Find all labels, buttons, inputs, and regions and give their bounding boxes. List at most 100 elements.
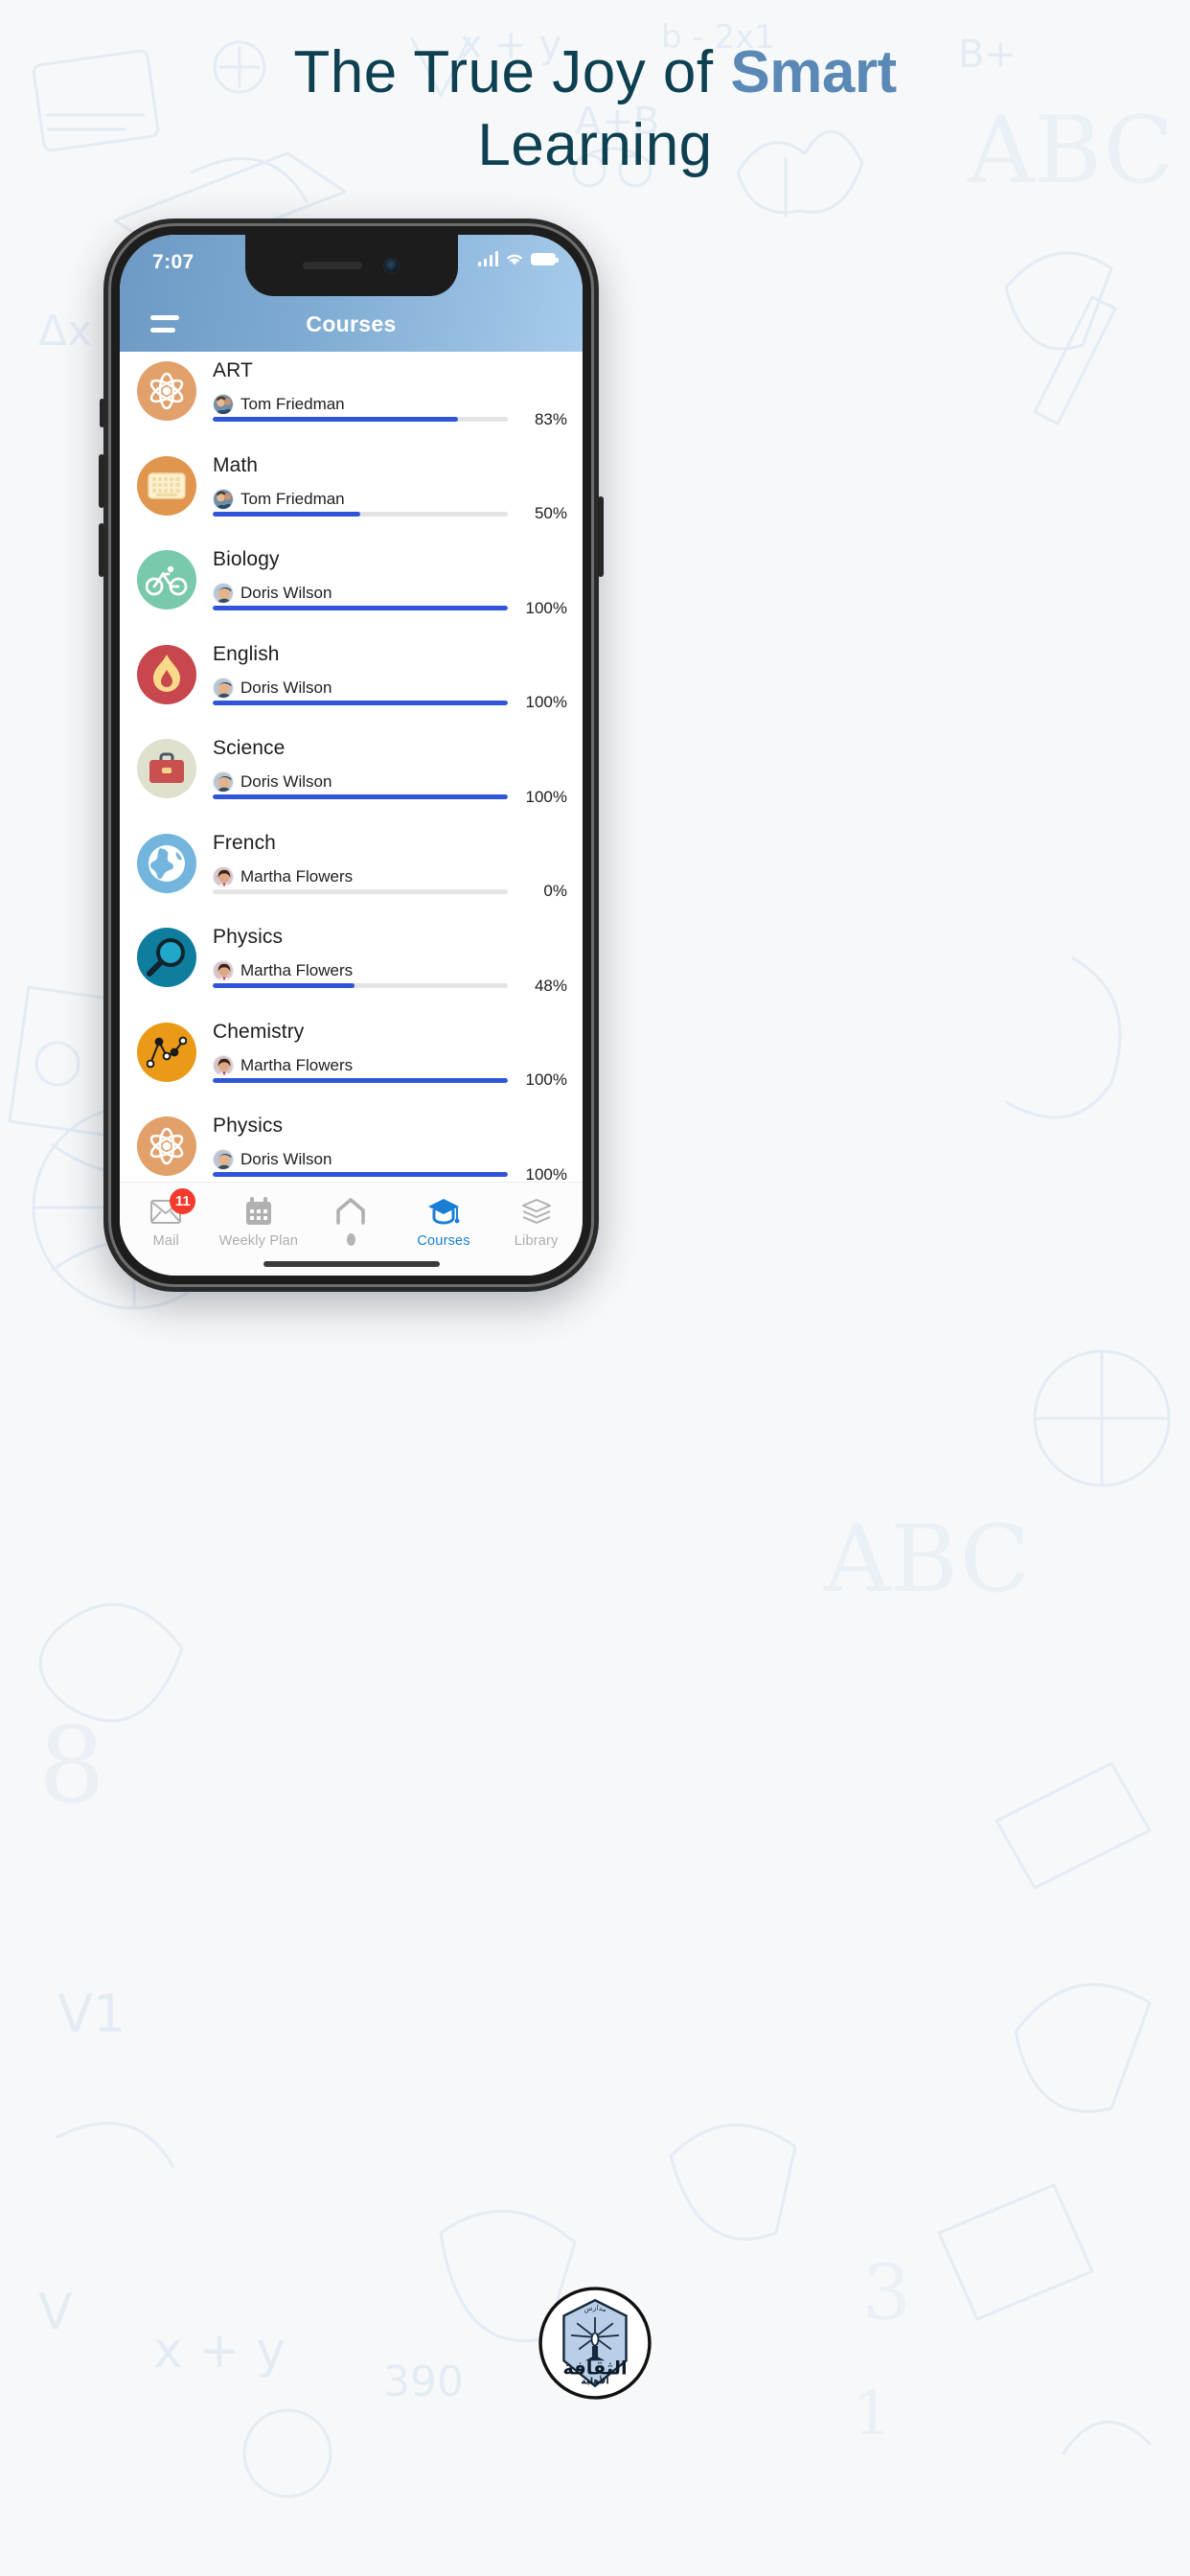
course-title: Physics <box>213 926 284 948</box>
progress-percent: 50% <box>534 504 567 522</box>
course-progress: 83% <box>213 410 567 429</box>
home-icon <box>335 1195 366 1228</box>
progress-fill <box>213 417 458 422</box>
progress-percent: 100% <box>525 1164 567 1183</box>
progress-percent: 100% <box>525 598 567 617</box>
tab-label: Weekly Plan <box>218 1233 299 1249</box>
headline-accent-smart: Smart <box>730 39 897 105</box>
progress-percent: 83% <box>534 409 567 428</box>
volume-up-button[interactable] <box>99 454 104 508</box>
course-title: French <box>213 831 276 854</box>
svg-text:390: 390 <box>383 2358 464 2406</box>
course-row[interactable]: French Martha Flowers 0% <box>120 824 583 919</box>
courses-list[interactable]: ART Tom Friedman 83% Math Tom Friedman 5… <box>120 352 583 1182</box>
badge-count: 11 <box>170 1188 196 1214</box>
course-progress: 0% <box>213 882 567 901</box>
progress-fill <box>213 794 508 799</box>
svg-text:Δx: Δx <box>38 307 92 356</box>
home-indicator <box>263 1261 440 1267</box>
course-icon-magnifier-icon <box>137 928 196 987</box>
progress-percent: 100% <box>525 693 567 711</box>
course-row[interactable]: English Doris Wilson 100% <box>120 635 583 730</box>
progress-percent: 48% <box>534 976 567 995</box>
course-progress: 100% <box>213 1070 567 1090</box>
course-icon-flame-icon <box>137 644 196 704</box>
course-title: Science <box>213 737 286 759</box>
books-icon <box>521 1195 552 1228</box>
tab-library[interactable]: Library <box>490 1183 583 1276</box>
course-icon-keyboard-icon <box>137 455 196 516</box>
phone-mockup: 7:07 Courses ART Tom Friedman 83% Math T… <box>99 218 604 1292</box>
course-progress: 100% <box>213 599 567 618</box>
course-row[interactable]: Physics Doris Wilson 100% <box>120 1107 583 1182</box>
course-progress: 50% <box>213 504 567 523</box>
tab-label: Mail <box>152 1233 179 1249</box>
phone-edge: 7:07 Courses ART Tom Friedman 83% Math T… <box>108 223 594 1287</box>
power-button[interactable] <box>598 496 604 577</box>
course-row[interactable]: Biology Doris Wilson 100% <box>120 540 583 635</box>
course-title: English <box>213 642 280 665</box>
progress-track <box>213 1172 508 1177</box>
svg-text:V1: V1 <box>57 1984 126 2044</box>
school-crest-logo: الثقافة الأهلية مدارس <box>538 2287 652 2400</box>
battery-full-icon <box>531 252 559 265</box>
progress-fill <box>213 606 508 610</box>
headline-line1-plain: The True Joy of <box>293 39 731 105</box>
course-icon-globe-icon <box>137 833 196 893</box>
progress-fill <box>213 700 508 705</box>
mute-switch[interactable] <box>100 399 104 427</box>
course-title: Math <box>213 453 259 476</box>
course-icon-atom-icon <box>137 361 196 421</box>
hamburger-menu-icon[interactable] <box>150 315 179 333</box>
course-row[interactable]: Chemistry Martha Flowers 100% <box>120 1013 583 1108</box>
course-title: ART <box>213 359 253 381</box>
course-row[interactable]: Physics Martha Flowers 48% <box>120 918 583 1013</box>
svg-text:ABC: ABC <box>823 1506 1030 1613</box>
progress-fill <box>213 1172 508 1177</box>
mail-icon: 11 <box>150 1188 196 1228</box>
page-headline: The True Joy of Smart Learning <box>0 36 1190 181</box>
graduation-cap-icon <box>427 1195 460 1228</box>
wifi-icon <box>507 254 522 265</box>
course-title: Physics <box>213 1115 284 1137</box>
progress-percent: 100% <box>525 787 567 806</box>
speaker-grill <box>303 262 362 269</box>
svg-text:x + y: x + y <box>153 2322 286 2380</box>
progress-track <box>213 888 508 894</box>
status-and-nav-bar: 7:07 Courses <box>120 235 583 352</box>
tab-label: Courses <box>417 1233 470 1249</box>
progress-track <box>213 511 508 517</box>
course-progress: 48% <box>213 977 567 996</box>
status-bar-time: 7:07 <box>152 251 195 273</box>
course-icon-briefcase-icon <box>137 739 196 798</box>
progress-track <box>213 794 508 799</box>
progress-track <box>213 606 508 610</box>
course-progress: 100% <box>213 693 567 712</box>
course-title: Chemistry <box>213 1020 305 1043</box>
course-progress: 100% <box>213 788 567 807</box>
phone-notch <box>244 235 458 296</box>
course-row[interactable]: ART Tom Friedman 83% <box>120 352 583 447</box>
progress-percent: 100% <box>525 1070 567 1089</box>
progress-track <box>213 417 508 422</box>
logo-text-sub: الأهلية <box>581 2376 608 2387</box>
page-title: Courses <box>306 310 397 336</box>
tab-mail[interactable]: 11 Mail <box>120 1183 213 1276</box>
app-nav-bar: Courses <box>120 296 583 352</box>
phone-screen: 7:07 Courses ART Tom Friedman 83% Math T… <box>120 235 583 1276</box>
progress-track <box>213 700 508 705</box>
calendar-icon <box>245 1195 272 1228</box>
logo-text-main: الثقافة <box>562 2358 627 2380</box>
progress-fill <box>213 511 360 517</box>
course-icon-line-chart-icon <box>137 1022 196 1082</box>
tab-label: Library <box>514 1233 559 1249</box>
course-icon-bicycle-icon <box>137 550 196 610</box>
course-title: Biology <box>213 548 280 570</box>
volume-down-button[interactable] <box>99 523 104 577</box>
svg-text:3: 3 <box>862 2248 911 2337</box>
progress-fill <box>213 983 355 988</box>
course-row[interactable]: Math Tom Friedman 50% <box>120 447 583 541</box>
cellular-signal-icon <box>477 251 498 266</box>
svg-text:8: 8 <box>38 1704 105 1827</box>
course-row[interactable]: Science Doris Wilson 100% <box>120 729 583 824</box>
